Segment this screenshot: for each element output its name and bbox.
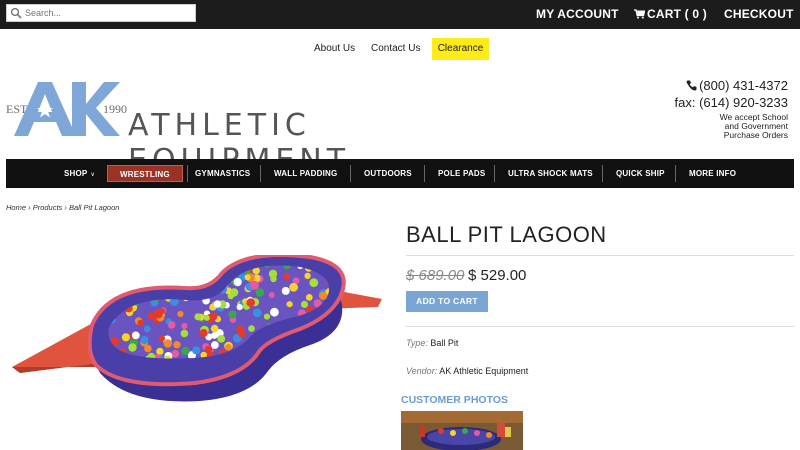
breadcrumb-separator: › bbox=[62, 203, 69, 212]
checkout-link[interactable]: CHECKOUT bbox=[724, 0, 794, 29]
add-to-cart-button[interactable]: ADD TO CART bbox=[406, 291, 488, 312]
fax-number: fax: (614) 920-3233 bbox=[674, 95, 788, 110]
nav-ultra-shock-mats[interactable]: ULTRA SHOCK MATS bbox=[508, 165, 593, 182]
nav-more-info[interactable]: MORE INFO bbox=[689, 165, 736, 182]
top-bar: MY ACCOUNT CART ( 0 ) CHECKOUT bbox=[0, 0, 800, 29]
type-value[interactable]: Ball Pit bbox=[430, 338, 458, 348]
nav-divider bbox=[424, 165, 425, 182]
breadcrumb-separator: › bbox=[26, 203, 33, 212]
title-divider bbox=[406, 255, 794, 256]
cart-link[interactable]: CART ( 0 ) bbox=[634, 0, 707, 29]
phone-label: (800) 431-4372 bbox=[699, 78, 788, 93]
customer-photos-heading: CUSTOMER PHOTOS bbox=[401, 394, 508, 406]
product-vendor: Vendor: AK Athletic Equipment bbox=[406, 366, 528, 376]
nav-pole-pads[interactable]: POLE PADS bbox=[438, 165, 485, 182]
search-icon bbox=[10, 7, 22, 19]
site-logo[interactable]: EST. 1990 ATHLETIC EQUIPMENT bbox=[6, 80, 536, 178]
nav-outdoors[interactable]: OUTDOORS bbox=[364, 165, 412, 182]
nav-quick-ship[interactable]: QUICK SHIP bbox=[616, 165, 665, 182]
search-input[interactable] bbox=[25, 6, 193, 20]
purchase-orders-note: We accept School and Government Purchase… bbox=[719, 112, 788, 140]
vendor-label: Vendor: bbox=[406, 366, 438, 376]
phone-number[interactable]: (800) 431-4372 bbox=[686, 78, 788, 93]
product-title: BALL PIT LAGOON bbox=[406, 222, 607, 247]
phone-icon bbox=[686, 80, 697, 91]
sale-price: $ 529.00 bbox=[468, 267, 527, 284]
search-box[interactable] bbox=[6, 4, 196, 22]
breadcrumb-products[interactable]: Products bbox=[33, 203, 63, 212]
about-us-link[interactable]: About Us bbox=[314, 38, 355, 60]
product-type: Type: Ball Pit bbox=[406, 338, 458, 348]
nav-wrestling[interactable]: WRESTLING bbox=[107, 165, 183, 182]
breadcrumb-home[interactable]: Home bbox=[6, 203, 26, 212]
main-nav: SHOP ∨ WRESTLING GYMNASTICS WALL PADDING … bbox=[6, 159, 794, 188]
breadcrumb-current: Ball Pit Lagoon bbox=[68, 203, 120, 212]
nav-divider bbox=[187, 165, 188, 182]
cart-icon bbox=[634, 9, 645, 19]
price-divider bbox=[406, 326, 794, 327]
logo-year: 1990 bbox=[103, 102, 127, 116]
cart-label: CART ( 0 ) bbox=[647, 7, 707, 21]
nav-divider bbox=[675, 165, 676, 182]
nav-shop[interactable]: SHOP ∨ bbox=[64, 165, 95, 182]
original-price: $ 689.00 bbox=[406, 267, 465, 284]
vendor-value[interactable]: AK Athletic Equipment bbox=[439, 366, 528, 376]
type-label: Type: bbox=[406, 338, 428, 348]
nav-wall-padding[interactable]: WALL PADDING bbox=[274, 165, 337, 182]
breadcrumb: Home › Products › Ball Pit Lagoon bbox=[6, 203, 119, 212]
chevron-down-icon: ∨ bbox=[90, 172, 96, 178]
nav-divider bbox=[602, 165, 603, 182]
product-image[interactable] bbox=[10, 255, 385, 410]
contact-us-link[interactable]: Contact Us bbox=[371, 38, 420, 60]
nav-shop-label: SHOP bbox=[64, 169, 88, 178]
nav-divider bbox=[494, 165, 495, 182]
nav-gymnastics[interactable]: GYMNASTICS bbox=[195, 165, 250, 182]
nav-divider bbox=[350, 165, 351, 182]
my-account-link[interactable]: MY ACCOUNT bbox=[536, 0, 619, 29]
customer-photo-thumbnail[interactable] bbox=[401, 411, 523, 450]
clearance-link[interactable]: Clearance bbox=[432, 38, 489, 60]
nav-divider bbox=[260, 165, 261, 182]
